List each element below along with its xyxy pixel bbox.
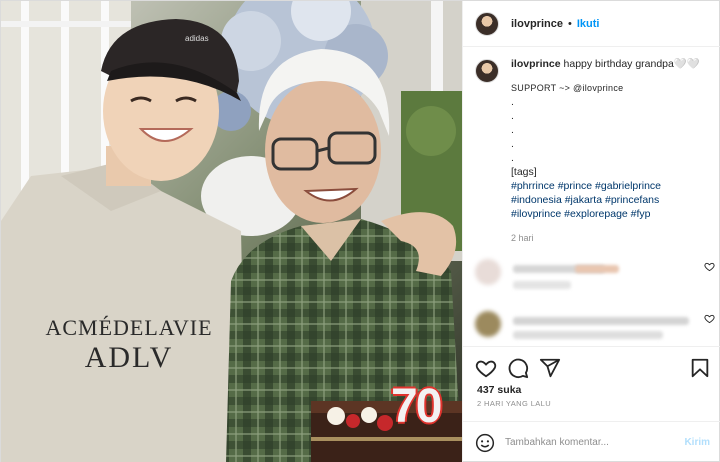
post-caption: ilovprince happy birthday grandpa🤍🤍 SUPP… bbox=[475, 57, 715, 245]
header-separator: • bbox=[567, 17, 572, 30]
comment-heart-icon[interactable] bbox=[704, 313, 715, 324]
caption-username[interactable]: ilovprince bbox=[511, 58, 561, 70]
hoodie-line-2: ADLV bbox=[84, 341, 174, 374]
bookmark-icon[interactable] bbox=[689, 357, 711, 379]
follow-button[interactable]: Ikuti bbox=[577, 18, 600, 30]
caption-dot-line: . bbox=[511, 138, 514, 150]
blurred-text bbox=[513, 331, 663, 339]
add-comment-bar: Kirim bbox=[463, 421, 720, 462]
avatar[interactable] bbox=[475, 11, 499, 36]
blurred-text bbox=[513, 317, 689, 325]
caption-support-line: SUPPORT ~> @ilovprince bbox=[511, 83, 624, 93]
blurred-text bbox=[513, 281, 571, 289]
caption-dot-line: . bbox=[511, 110, 514, 122]
caption-dot-line: . bbox=[511, 152, 514, 164]
blurred-avatar bbox=[475, 259, 501, 285]
hashtag-line[interactable]: #ilovprince #explorepage #fyp bbox=[511, 207, 700, 221]
send-icon[interactable] bbox=[539, 357, 561, 379]
post-photo[interactable]: adidas ACMÉDELAVIE ADLV 70 bbox=[1, 1, 462, 462]
caption-dot-line: . bbox=[511, 124, 514, 136]
comment-icon[interactable] bbox=[507, 357, 529, 379]
emoji-icon[interactable] bbox=[475, 433, 495, 453]
cap-logo-text: adidas bbox=[185, 34, 209, 43]
birthday-candle-number: 70 bbox=[391, 380, 442, 433]
post-timestamp: 2 HARI YANG LALU bbox=[477, 399, 552, 408]
hashtag-line[interactable]: #indonesia #jakarta #princefans bbox=[511, 193, 700, 207]
comment-heart-icon[interactable] bbox=[704, 261, 715, 272]
caption-lines: SUPPORT ~> @ilovprince . . . . . [tags] … bbox=[511, 81, 700, 221]
blurred-emoji bbox=[575, 265, 619, 273]
caption-avatar[interactable] bbox=[475, 59, 499, 83]
hoodie-print: ACMÉDELAVIE ADLV bbox=[39, 313, 219, 373]
post-comment-button[interactable]: Kirim bbox=[684, 437, 710, 448]
hoodie-line-1: ACMÉDELAVIE bbox=[45, 315, 213, 340]
instagram-post: adidas ACMÉDELAVIE ADLV 70 ilovprince • … bbox=[0, 0, 720, 462]
caption-time: 2 hari bbox=[511, 233, 534, 243]
heart-icon[interactable] bbox=[475, 357, 497, 379]
post-header: ilovprince • Ikuti bbox=[463, 1, 720, 47]
comment-input[interactable] bbox=[505, 437, 685, 448]
caption-dot-line: . bbox=[511, 96, 514, 108]
blurred-avatar bbox=[475, 311, 501, 337]
post-sidebar: ilovprince • Ikuti ilovprince happy birt… bbox=[462, 1, 720, 462]
blurred-comment bbox=[475, 311, 715, 351]
hashtag-line[interactable]: #phrrince #prince #gabrielprince bbox=[511, 179, 700, 193]
header-username[interactable]: ilovprince bbox=[511, 18, 563, 30]
caption-body: ilovprince happy birthday grandpa🤍🤍 SUPP… bbox=[511, 57, 700, 245]
caption-tags-label: [tags] bbox=[511, 166, 537, 178]
post-actions bbox=[463, 346, 720, 386]
like-count[interactable]: 437 suka bbox=[477, 384, 521, 396]
caption-text: happy birthday grandpa🤍🤍 bbox=[563, 58, 701, 70]
blurred-comment bbox=[475, 259, 715, 299]
